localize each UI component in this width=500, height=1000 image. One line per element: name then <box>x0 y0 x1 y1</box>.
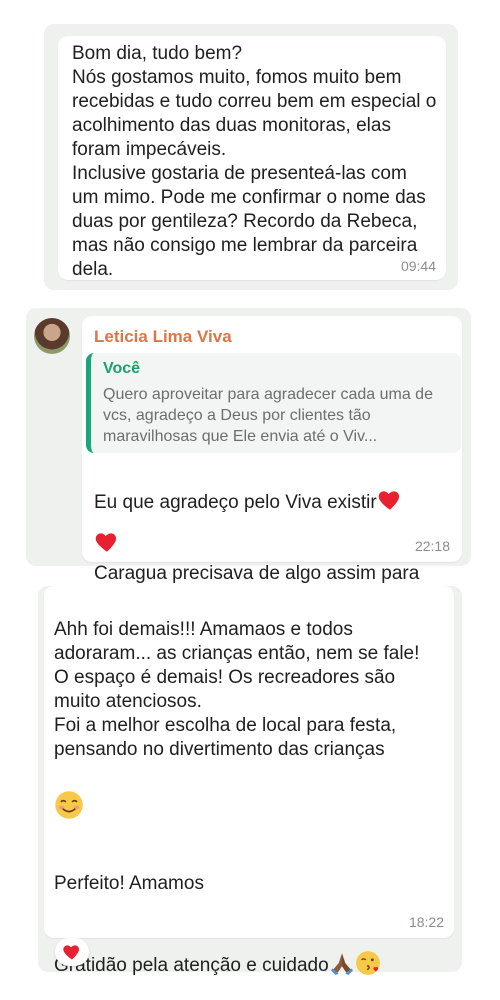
message-time-1: 09:44 <box>400 258 436 274</box>
sender-name[interactable]: Leticia Lima Viva <box>94 327 232 347</box>
smiling-face-icon <box>55 791 83 819</box>
message-text-1: Bom dia, tudo bem? Nós gostamos muito, f… <box>72 43 437 280</box>
face-blowing-kiss-icon <box>355 951 380 975</box>
quote-author: Você <box>103 360 141 377</box>
quoted-message[interactable]: Você Quero aproveitar para agradecer cad… <box>86 353 461 453</box>
message-bubble-1[interactable]: Bom dia, tudo bem? Nós gostamos muito, f… <box>58 36 446 280</box>
message-time-2: 22:18 <box>414 538 450 554</box>
message-para-1: Ahh foi demais!!! Amamaos e todos adorar… <box>54 619 420 760</box>
quote-text: Quero aproveitar para agradecer cada uma… <box>103 386 433 445</box>
message-bubble-3[interactable]: Ahh foi demais!!! Amamaos e todos adorar… <box>44 586 454 976</box>
message-para-3: Gratidão pela atenção e cuidado <box>54 955 329 976</box>
message-time-3: 18:22 <box>408 914 444 930</box>
reaction-badge[interactable] <box>55 938 89 966</box>
heart-icon <box>63 945 80 960</box>
folded-hands-icon <box>330 953 353 975</box>
message-text-3: Ahh foi demais!!! Amamaos e todos adorar… <box>54 594 446 978</box>
message-para-2: Perfeito! Amamos <box>54 873 204 894</box>
avatar[interactable] <box>34 318 70 354</box>
heart-icon <box>95 533 117 552</box>
message-bubble-2[interactable]: Leticia Lima Viva Você Quero aproveitar … <box>82 316 462 613</box>
